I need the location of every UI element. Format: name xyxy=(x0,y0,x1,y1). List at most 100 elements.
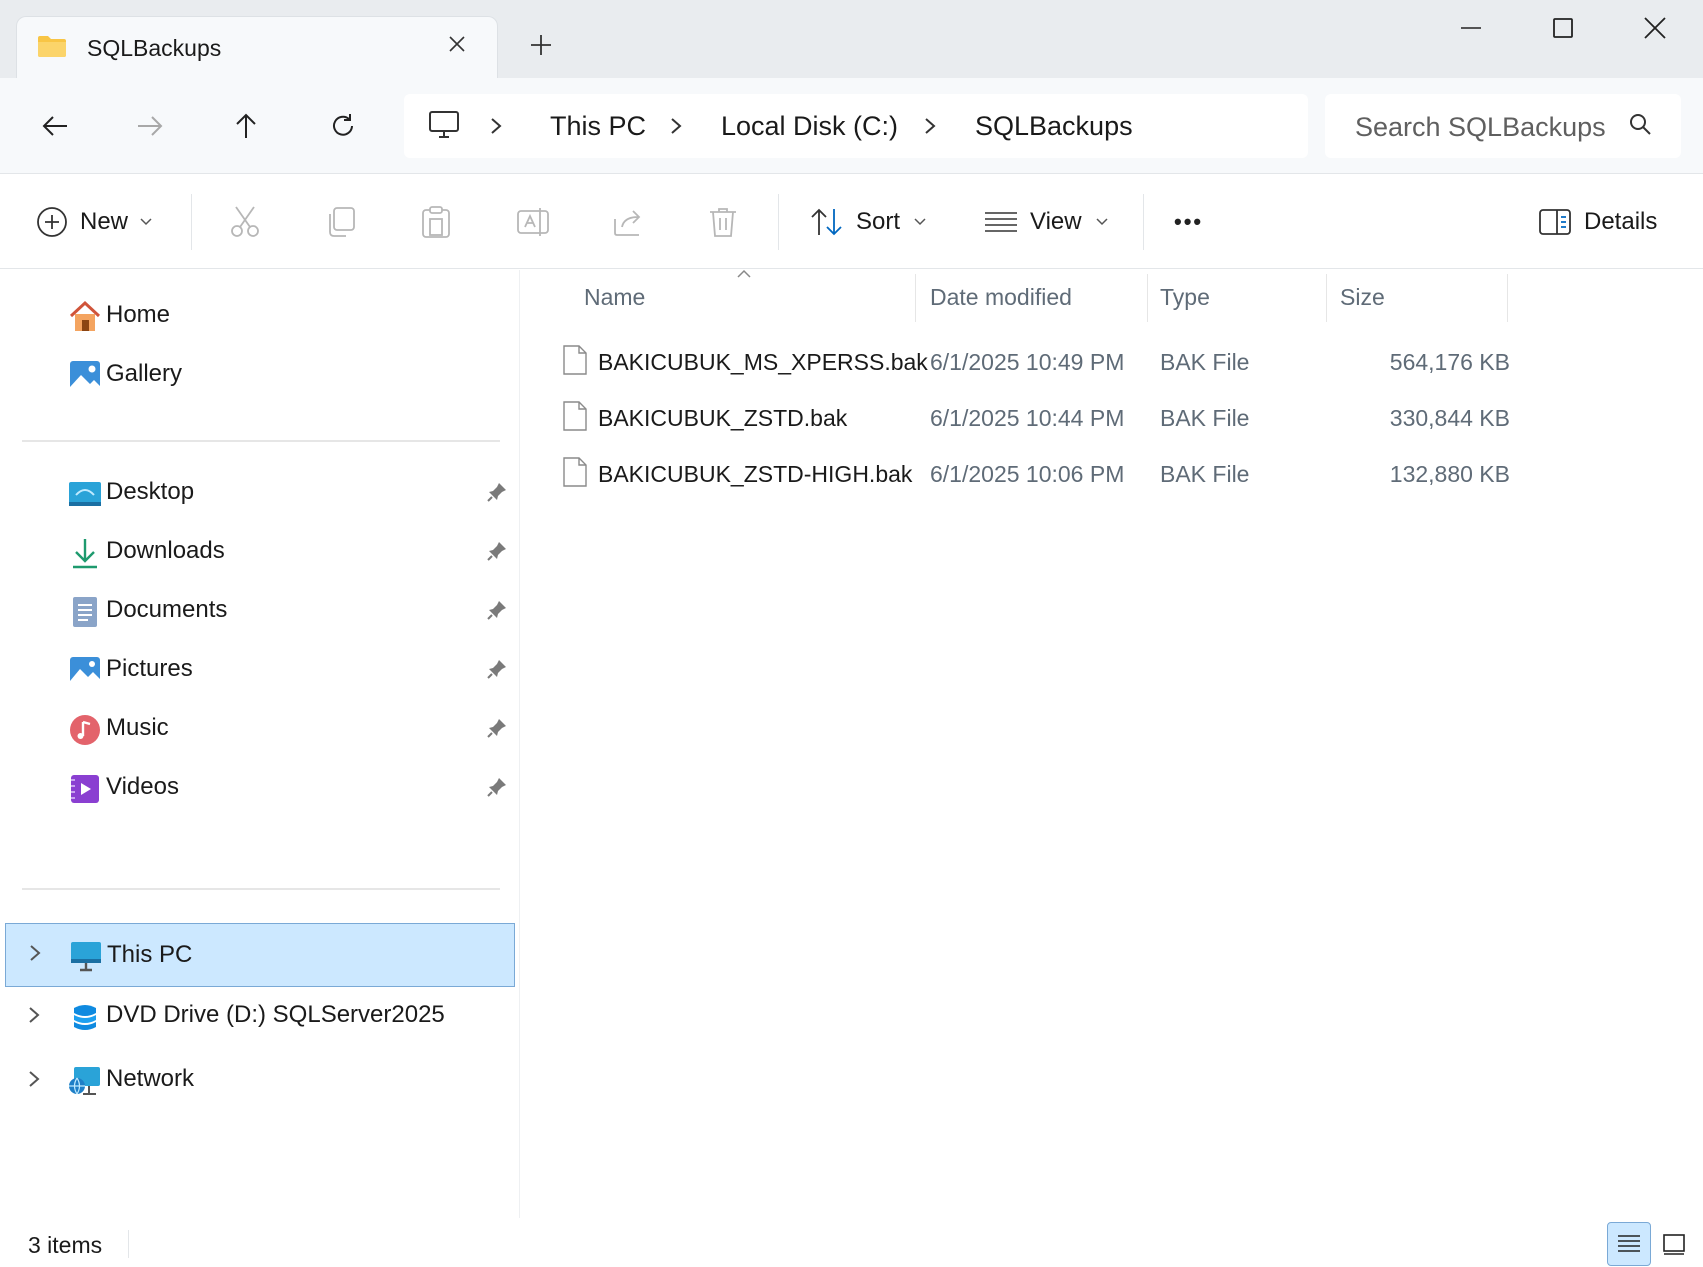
sidebar-item-documents[interactable]: Documents xyxy=(0,581,520,641)
column-header-size[interactable]: Size xyxy=(1340,284,1385,311)
file-row[interactable]: BAKICUBUK_MS_XPERSS.bak 6/1/2025 10:49 P… xyxy=(520,335,1520,387)
sidebar-item-music[interactable]: Music xyxy=(0,699,520,759)
share-button[interactable] xyxy=(612,200,646,244)
sidebar-item-label: DVD Drive (D:) SQLServer2025 xyxy=(106,1001,445,1028)
file-row[interactable]: BAKICUBUK_ZSTD.bak 6/1/2025 10:44 PM BAK… xyxy=(520,391,1520,443)
desktop-icon xyxy=(68,477,102,511)
maximize-icon[interactable] xyxy=(1538,10,1588,46)
file-size: 330,844 KB xyxy=(1389,405,1510,431)
sidebar-item-downloads[interactable]: Downloads xyxy=(0,522,520,582)
file-name: BAKICUBUK_ZSTD-HIGH.bak xyxy=(598,461,913,487)
videos-icon xyxy=(68,772,102,806)
breadcrumb-sqlbackups[interactable]: SQLBackups xyxy=(975,111,1133,142)
rename-button[interactable] xyxy=(516,200,550,244)
cut-button[interactable] xyxy=(228,200,262,244)
dvd-drive-icon xyxy=(68,1000,102,1034)
chevron-right-icon[interactable] xyxy=(28,1070,40,1093)
refresh-icon[interactable] xyxy=(323,106,363,146)
this-pc-icon xyxy=(69,939,103,973)
sidebar-item-label: Videos xyxy=(106,773,179,800)
pin-icon[interactable] xyxy=(486,481,508,508)
tab-sqlbackups[interactable]: SQLBackups xyxy=(16,16,498,78)
search-box[interactable]: Search SQLBackups xyxy=(1325,94,1681,158)
clipboard-icon xyxy=(422,206,450,238)
status-bar: 3 items xyxy=(0,1218,1703,1267)
column-divider[interactable] xyxy=(915,274,916,322)
copy-button[interactable] xyxy=(324,200,356,244)
tab-title: SQLBackups xyxy=(87,35,222,61)
sidebar-item-videos[interactable]: Videos xyxy=(0,758,520,818)
sidebar-item-this-pc[interactable]: This PC xyxy=(5,923,515,987)
column-header-type[interactable]: Type xyxy=(1160,284,1210,311)
minimize-icon[interactable] xyxy=(1446,10,1496,46)
tiles-view-icon xyxy=(1663,1234,1685,1255)
file-name: BAKICUBUK_ZSTD.bak xyxy=(598,405,848,431)
delete-button[interactable] xyxy=(708,200,738,244)
status-divider xyxy=(128,1230,129,1258)
sidebar-item-label: Music xyxy=(106,714,169,741)
search-icon[interactable] xyxy=(1628,112,1652,141)
details-view-button[interactable] xyxy=(1607,1222,1651,1266)
view-button-label: View xyxy=(1030,208,1082,235)
chevron-right-icon[interactable] xyxy=(28,1006,40,1029)
details-pane-button[interactable]: Details xyxy=(1538,200,1657,244)
sidebar-item-label: Downloads xyxy=(106,537,225,564)
sidebar-item-label: Documents xyxy=(106,596,228,623)
chevron-right-icon[interactable] xyxy=(920,116,940,136)
column-header-date-modified[interactable]: Date modified xyxy=(930,284,1072,311)
column-divider[interactable] xyxy=(1507,274,1508,322)
sidebar-divider xyxy=(22,440,500,442)
file-name: BAKICUBUK_MS_XPERSS.bak xyxy=(598,349,928,375)
chevron-right-icon[interactable] xyxy=(486,116,506,136)
pin-icon[interactable] xyxy=(486,658,508,685)
breadcrumb-this-pc[interactable]: This PC xyxy=(550,111,646,142)
chevron-right-icon[interactable] xyxy=(29,944,41,967)
close-window-icon[interactable] xyxy=(1630,10,1680,46)
new-tab-button[interactable] xyxy=(526,30,556,60)
sidebar-item-label: Home xyxy=(106,301,171,328)
trash-icon xyxy=(710,208,736,237)
sidebar-item-gallery[interactable]: Gallery xyxy=(0,345,520,405)
pin-icon[interactable] xyxy=(486,540,508,567)
address-bar[interactable]: This PC Local Disk (C:) SQLBackups xyxy=(404,94,1308,158)
view-button[interactable]: View xyxy=(984,200,1108,244)
tiles-view-button[interactable] xyxy=(1652,1222,1696,1266)
file-list-header: Name Date modified Type Size xyxy=(520,269,1703,326)
pin-icon[interactable] xyxy=(486,599,508,626)
sort-button[interactable]: Sort xyxy=(810,200,926,244)
file-type: BAK File xyxy=(1160,349,1250,375)
file-row[interactable]: BAKICUBUK_ZSTD-HIGH.bak 6/1/2025 10:06 P… xyxy=(520,447,1520,499)
sort-arrows-icon xyxy=(811,208,842,236)
file-date-modified: 6/1/2025 10:44 PM xyxy=(930,405,1125,431)
more-options-button[interactable]: ••• xyxy=(1174,200,1203,244)
close-tab-icon[interactable] xyxy=(442,29,472,59)
paste-button[interactable] xyxy=(420,200,452,244)
search-input[interactable]: Search SQLBackups xyxy=(1355,112,1620,143)
sidebar-item-home[interactable]: Home xyxy=(0,286,520,346)
navigation-pane: Home Gallery Desktop Downloads Documents xyxy=(0,270,520,1218)
sidebar-item-pictures[interactable]: Pictures xyxy=(0,640,520,700)
pin-icon[interactable] xyxy=(486,776,508,803)
file-icon xyxy=(562,344,588,381)
file-icon xyxy=(562,456,588,493)
command-bar: New Sort View ••• Details xyxy=(0,174,1703,269)
pin-icon[interactable] xyxy=(486,717,508,744)
file-size: 564,176 KB xyxy=(1389,349,1510,375)
forward-arrow-icon[interactable] xyxy=(130,106,170,146)
chevron-right-icon[interactable] xyxy=(666,116,686,136)
breadcrumb-local-disk[interactable]: Local Disk (C:) xyxy=(721,111,898,142)
chevron-down-icon xyxy=(914,218,926,226)
column-divider[interactable] xyxy=(1326,274,1327,322)
back-arrow-icon[interactable] xyxy=(35,106,75,146)
column-divider[interactable] xyxy=(1147,274,1148,322)
sidebar-item-desktop[interactable]: Desktop xyxy=(0,463,520,523)
sidebar-item-network[interactable]: Network xyxy=(0,1050,520,1110)
sidebar-item-dvd-drive[interactable]: DVD Drive (D:) SQLServer2025 xyxy=(0,986,520,1046)
documents-icon xyxy=(68,595,102,629)
up-arrow-icon[interactable] xyxy=(226,106,266,146)
computer-icon[interactable] xyxy=(428,110,460,145)
sort-button-label: Sort xyxy=(856,208,901,235)
column-header-name[interactable]: Name xyxy=(584,284,645,311)
new-button[interactable]: New xyxy=(36,200,152,244)
gallery-icon xyxy=(68,359,102,393)
